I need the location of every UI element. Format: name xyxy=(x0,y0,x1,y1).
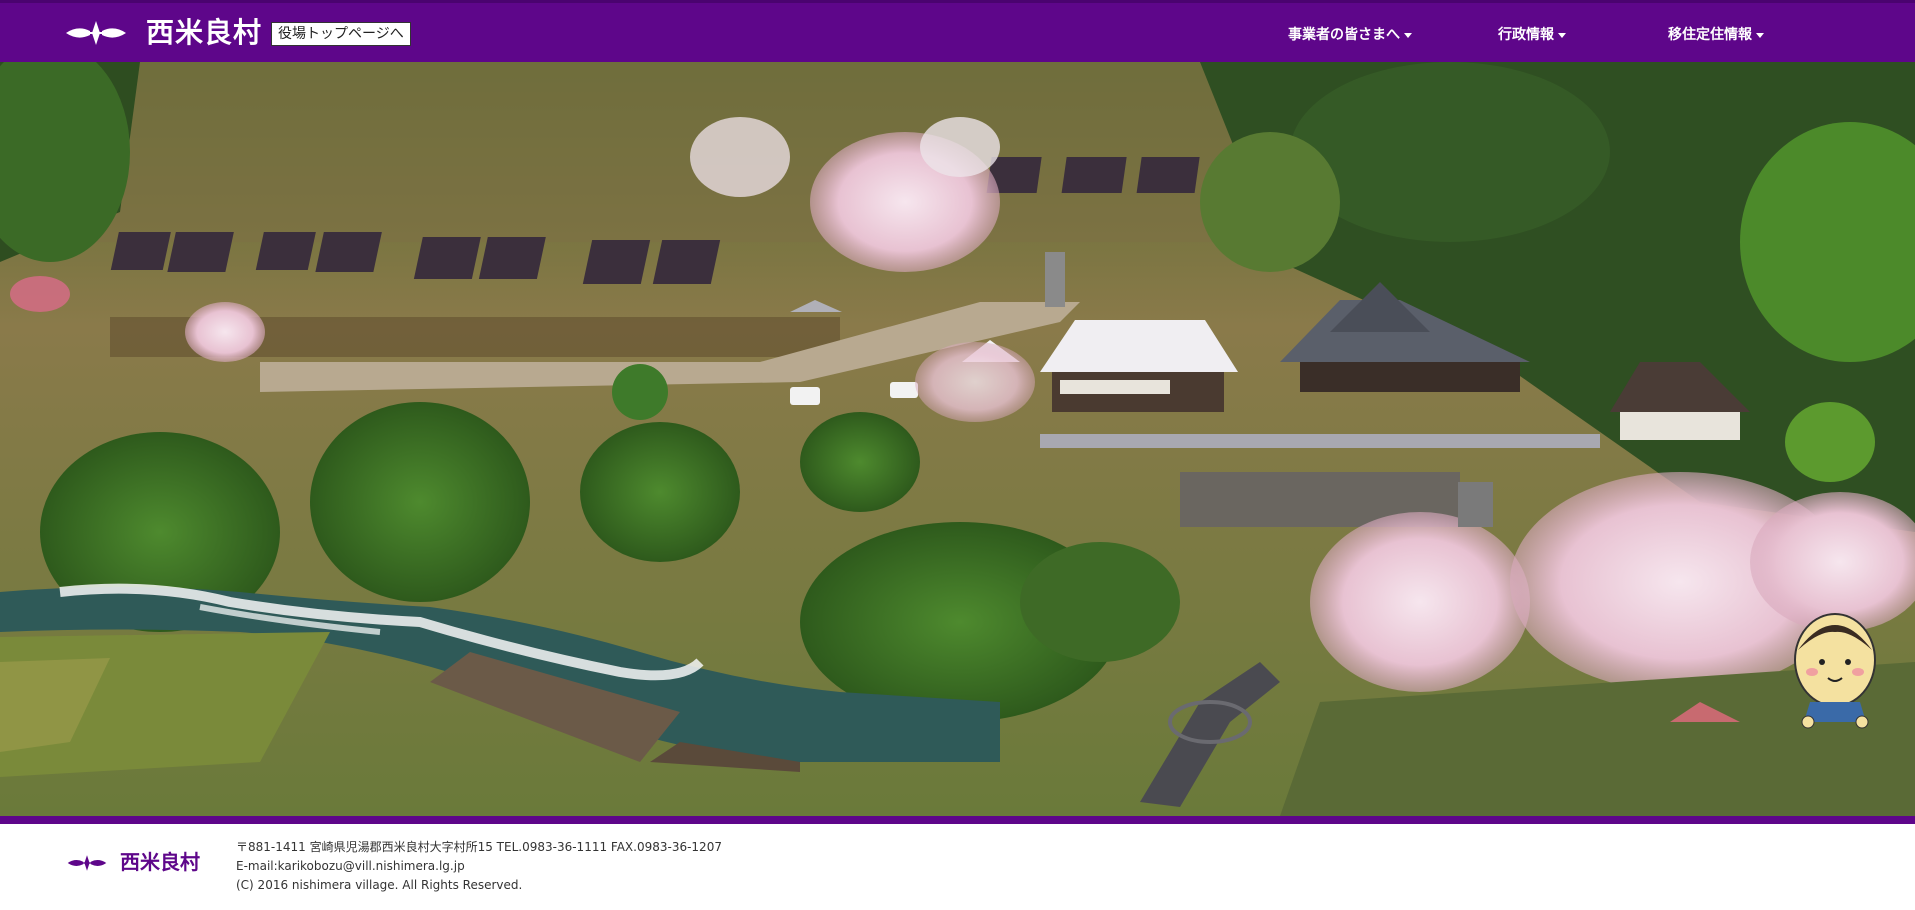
mascot-character-icon[interactable] xyxy=(1790,610,1880,730)
footer-divider xyxy=(0,816,1915,824)
footer-email[interactable]: E-mail:karikobozu@vill.nishimera.lg.jp xyxy=(236,857,722,876)
caret-down-icon xyxy=(1404,32,1412,38)
aerial-village-photo-icon xyxy=(0,62,1915,816)
nav-relocation[interactable]: 移住定住情報 xyxy=(1668,25,1764,45)
footer-logo-text: 西米良村 xyxy=(120,850,200,874)
nav-business-label: 事業者の皆さまへ xyxy=(1288,27,1400,43)
main-nav: 事業者の皆さまへ 行政情報 移住定住情報 xyxy=(0,25,1915,45)
nav-administration-label: 行政情報 xyxy=(1498,27,1554,43)
footer-address: 〒881-1411 宮崎県児湯郡西米良村大字村所15 TEL.0983-36-1… xyxy=(236,840,722,854)
hero-image xyxy=(0,62,1915,816)
nav-business[interactable]: 事業者の皆さまへ xyxy=(1288,25,1412,45)
footer-copyright: (C) 2016 nishimera village. All Rights R… xyxy=(236,878,523,892)
site-footer: 西米良村 〒881-1411 宮崎県児湯郡西米良村大字村所15 TEL.0983… xyxy=(0,824,1915,910)
caret-down-icon xyxy=(1558,32,1566,38)
village-emblem-icon xyxy=(67,855,107,871)
site-header: 西米良村 役場トップページへ 事業者の皆さまへ 行政情報 移住定住情報 xyxy=(0,0,1915,62)
footer-contact-info: 〒881-1411 宮崎県児湯郡西米良村大字村所15 TEL.0983-36-1… xyxy=(236,838,722,895)
nav-relocation-label: 移住定住情報 xyxy=(1668,27,1752,43)
nav-administration[interactable]: 行政情報 xyxy=(1498,25,1566,45)
caret-down-icon xyxy=(1756,32,1764,38)
